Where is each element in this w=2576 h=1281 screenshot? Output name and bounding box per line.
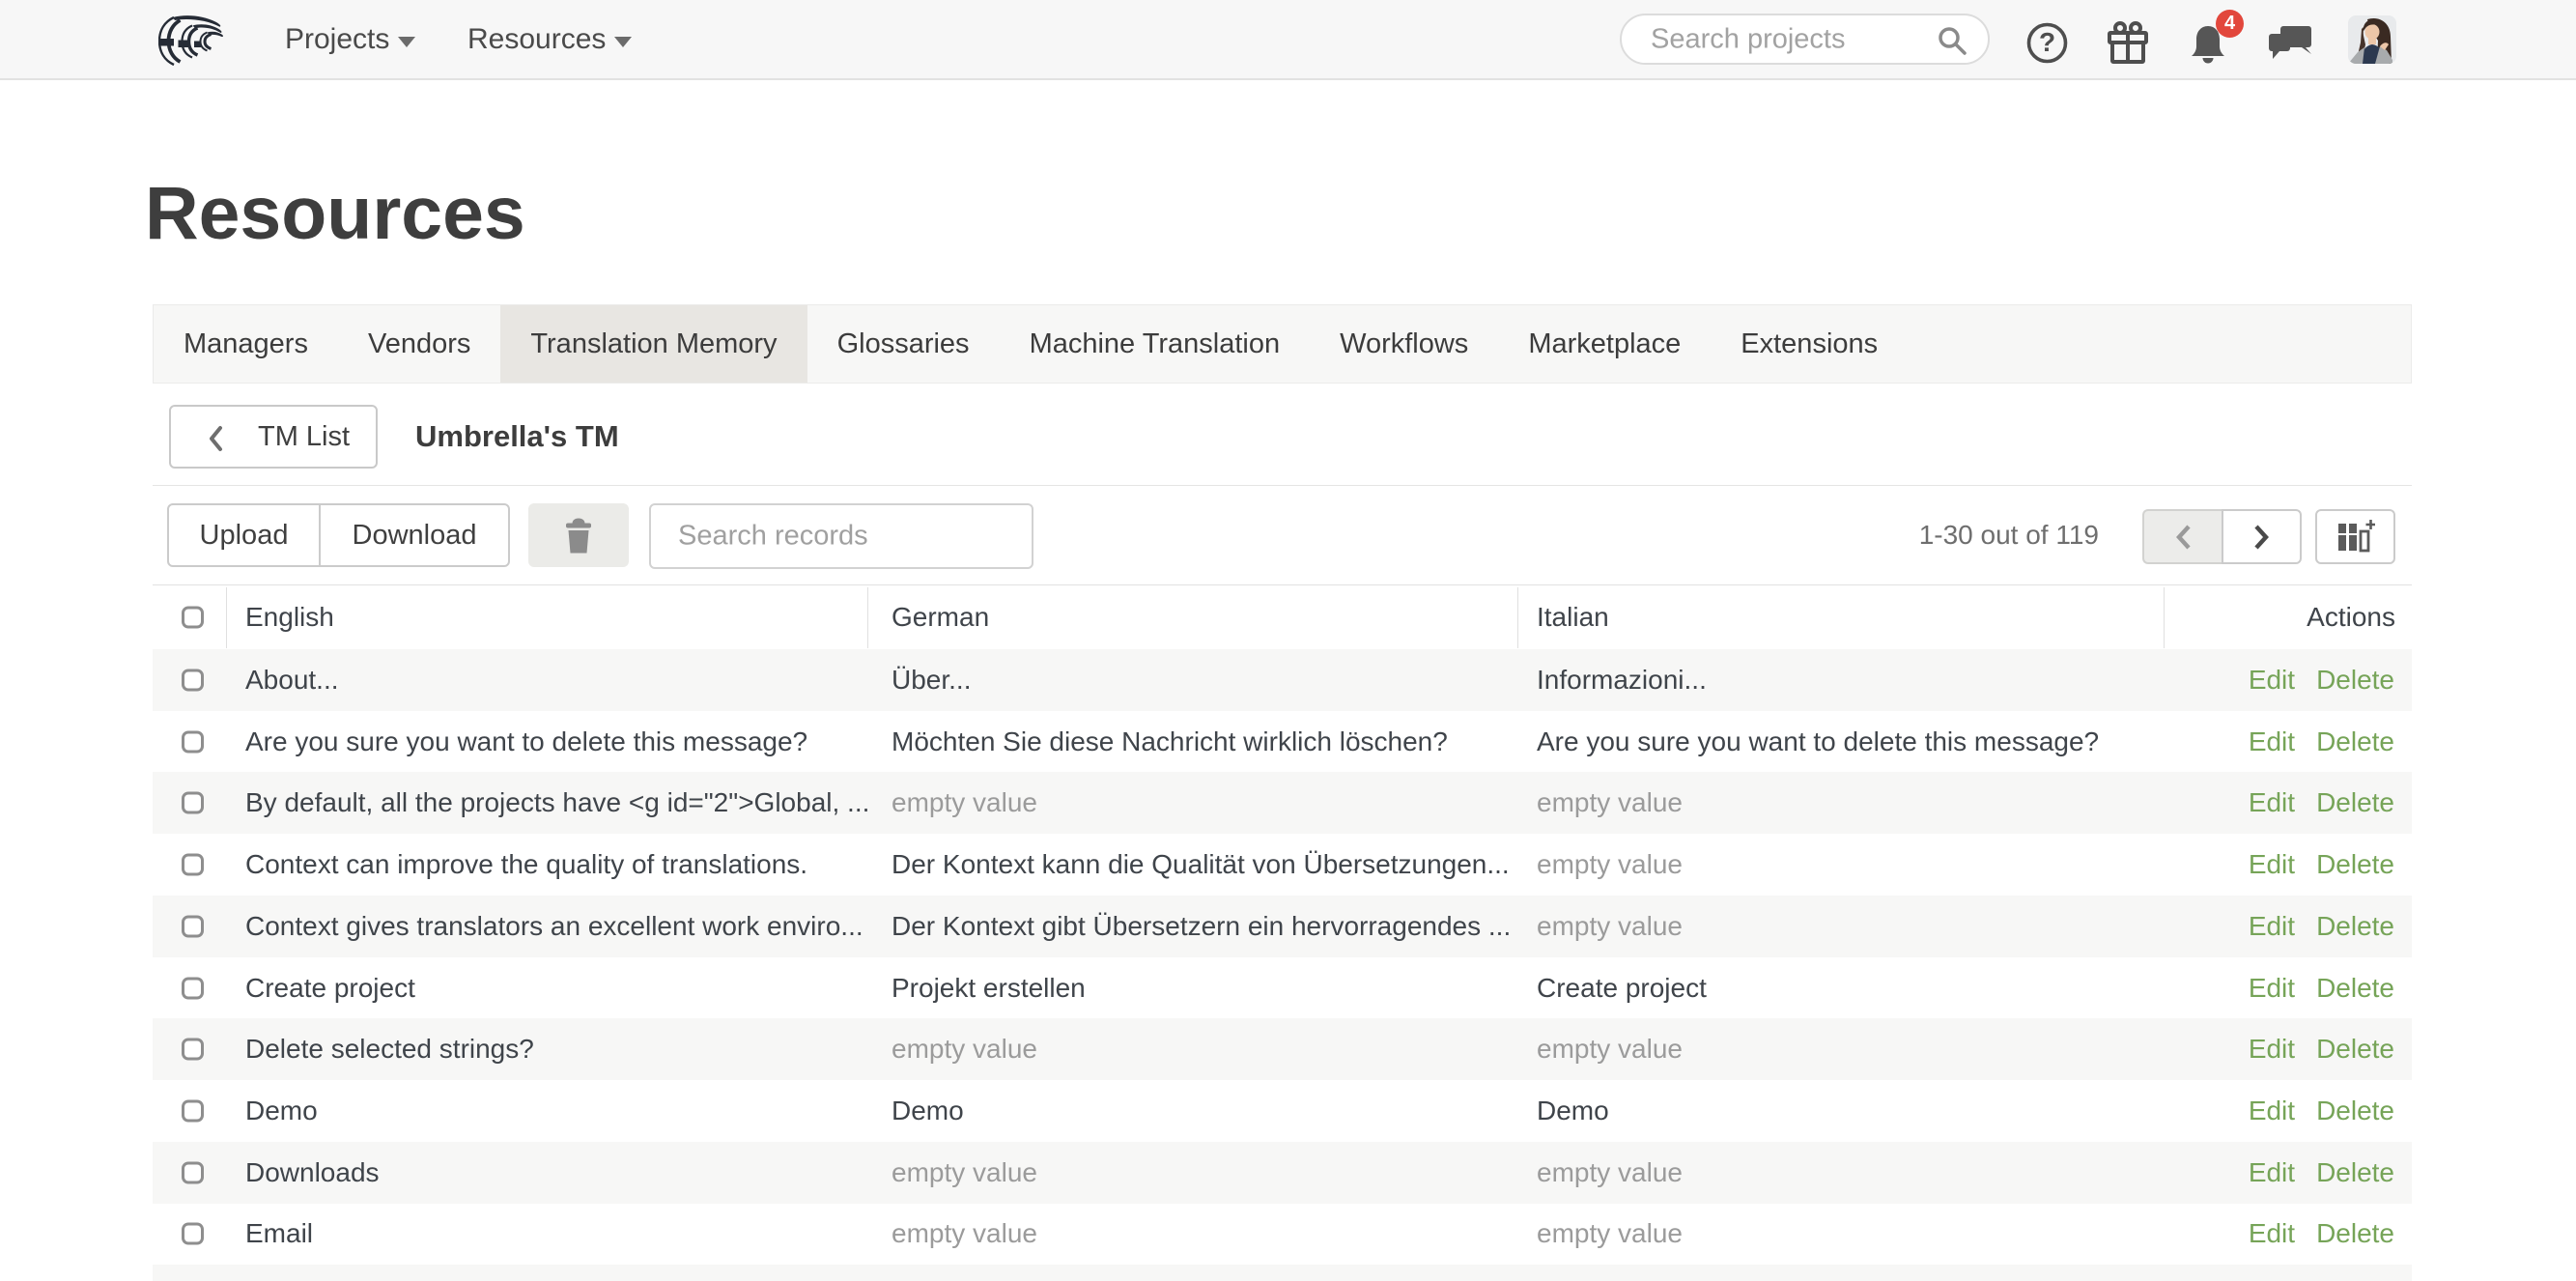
svg-text:?: ? (2039, 27, 2055, 57)
